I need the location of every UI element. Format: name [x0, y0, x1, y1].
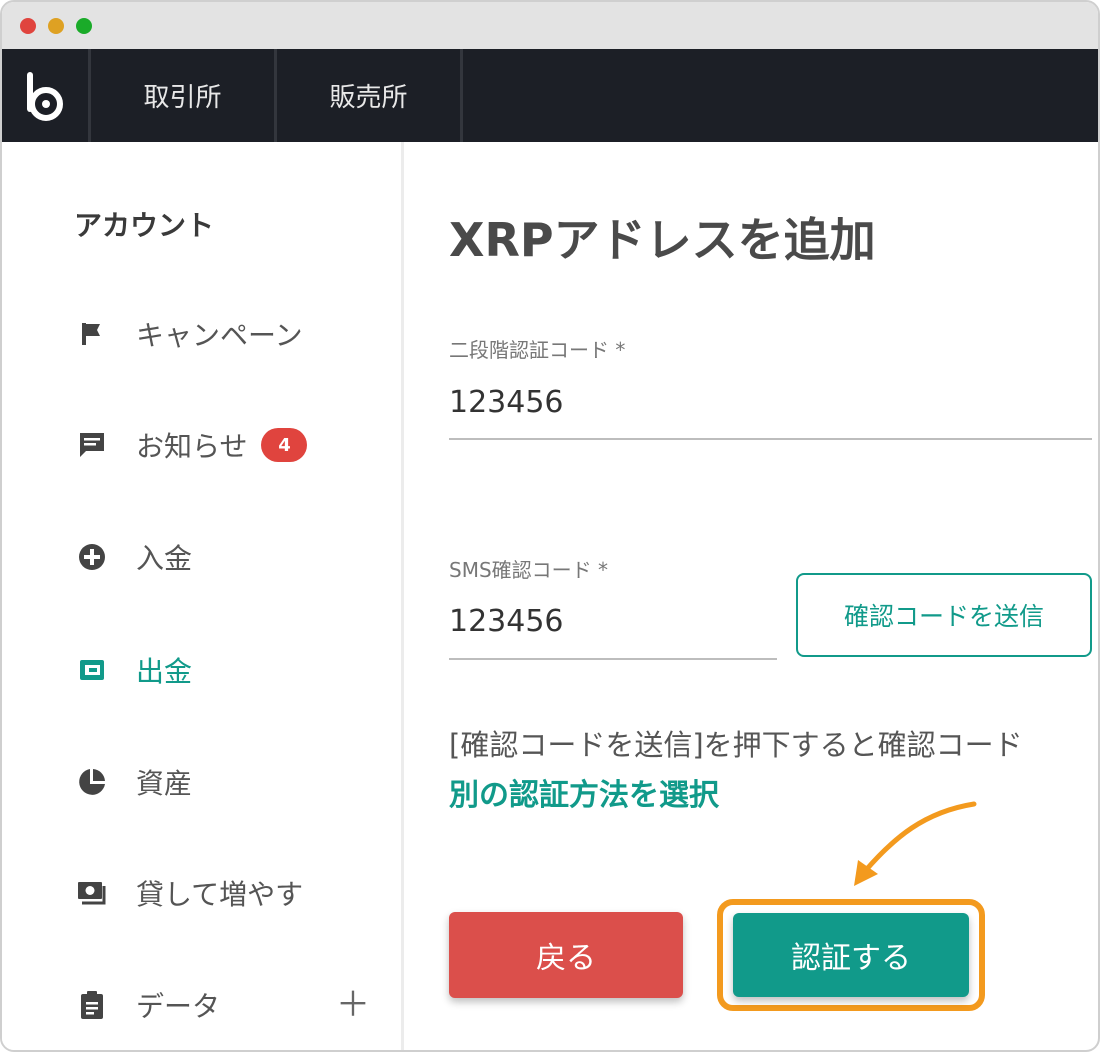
sms-code-input[interactable] [449, 594, 777, 660]
pie-chart-icon [74, 764, 110, 800]
two-factor-code-input[interactable] [449, 376, 1092, 440]
sidebar-item-deposit[interactable]: 入金 [74, 535, 192, 579]
browser-window: 取引所 販売所 アカウント キャンペーン お知らせ 4 入金 出金 資産 貸して… [0, 0, 1100, 1052]
main-content: XRPアドレスを追加 二段階認証コード * SMS確認コード * 確認コードを送… [404, 142, 1098, 1050]
sidebar-item-assets[interactable]: 資産 [74, 760, 192, 804]
flag-icon [74, 316, 110, 352]
bitbank-logo-icon[interactable] [2, 49, 91, 142]
maximize-window-icon[interactable] [76, 18, 92, 34]
plus-circle-icon [74, 539, 110, 575]
back-button[interactable]: 戻る [449, 912, 683, 998]
send-code-note: [確認コードを送信]を押下すると確認コード [449, 728, 1023, 762]
message-icon [74, 427, 110, 463]
two-factor-label: 二段階認証コード * [449, 338, 626, 362]
sidebar: アカウント キャンペーン お知らせ 4 入金 出金 資産 貸して増やす データ … [2, 142, 404, 1050]
wallet-icon [74, 652, 110, 688]
sidebar-item-label: お知らせ [136, 430, 248, 463]
money-icon [74, 875, 110, 911]
alternate-auth-link[interactable]: 別の認証方法を選択 [449, 770, 719, 814]
send-code-button[interactable]: 確認コードを送信 [796, 573, 1092, 657]
sidebar-item-label: 貸して増やす [136, 878, 304, 911]
sidebar-item-news[interactable]: お知らせ 4 [74, 423, 308, 467]
expand-data-icon[interactable]: ＋ [336, 988, 370, 1022]
pointer-arrow-icon [854, 801, 977, 886]
sidebar-item-lending[interactable]: 貸して増やす [74, 871, 303, 915]
clipboard-icon [74, 987, 110, 1023]
window-titlebar [2, 2, 1098, 49]
page-title: XRPアドレスを追加 [449, 213, 876, 267]
nav-tab-exchange[interactable]: 取引所 [91, 49, 277, 142]
top-navbar: 取引所 販売所 [2, 49, 1098, 142]
sidebar-item-withdraw[interactable]: 出金 [74, 648, 192, 692]
close-window-icon[interactable] [20, 18, 36, 34]
verify-button[interactable]: 認証する [733, 913, 969, 997]
sidebar-item-campaign[interactable]: キャンペーン [74, 312, 303, 356]
sms-code-label: SMS確認コード * [449, 558, 609, 582]
minimize-window-icon[interactable] [48, 18, 64, 34]
sidebar-item-data[interactable]: データ [74, 983, 220, 1027]
sidebar-item-label: 出金 [136, 655, 193, 688]
sidebar-item-label: キャンペーン [136, 319, 303, 352]
sidebar-item-label: データ [136, 990, 221, 1023]
sidebar-item-label: 入金 [136, 542, 193, 575]
notification-badge: 4 [261, 428, 308, 462]
sidebar-item-label: 資産 [136, 767, 193, 800]
nav-tab-sales[interactable]: 販売所 [277, 49, 463, 142]
sidebar-heading: アカウント [74, 209, 215, 242]
